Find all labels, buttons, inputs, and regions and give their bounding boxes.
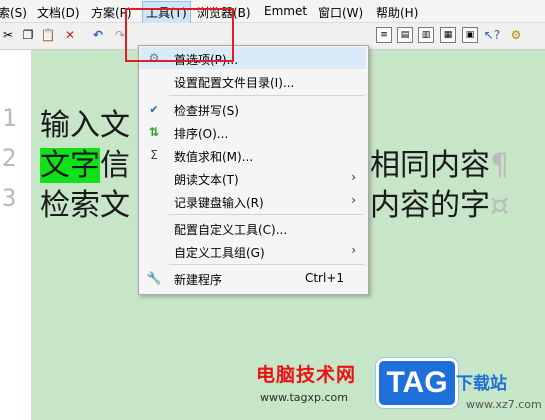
watermark-xz-url: www.xz7.com (466, 398, 542, 411)
menu-emmet[interactable]: Emmet (264, 4, 307, 18)
view3-icon[interactable]: ▥ (418, 27, 434, 43)
menu-item-label: 记录键盘输入(R) (174, 196, 264, 210)
redo-icon[interactable]: ↷ (112, 27, 128, 43)
menu-item-read-text[interactable]: 朗读文本(T) › (140, 167, 366, 189)
menu-tools[interactable]: 工具(T) (142, 1, 191, 24)
spellcheck-icon: ✔ (149, 102, 159, 116)
editor-line-1: 输入文 (40, 100, 130, 144)
menu-help[interactable]: 帮助(H) (376, 4, 418, 21)
delete-icon[interactable]: ✕ (62, 27, 78, 43)
sigma-icon: Σ (150, 148, 158, 162)
menu-item-shortcut: Ctrl+1 (304, 271, 344, 285)
tool-icon[interactable]: ⚙ (508, 27, 524, 43)
menu-item-tool-groups[interactable]: 自定义工具组(G) › (140, 240, 366, 262)
view1-icon[interactable]: ≡ (376, 27, 392, 43)
gear-icon: ⚙ (148, 51, 160, 65)
line-number: 3 (2, 184, 17, 212)
pilcrow-mark: ¶ (490, 148, 510, 183)
menu-item-config-dir[interactable]: 设置配置文件目录(I)... (140, 70, 366, 92)
menu-browser[interactable]: 浏览器(B) (197, 4, 251, 21)
scissors-icon[interactable]: ✂ (0, 27, 16, 43)
watermark-title: 电脑技术网 (256, 364, 357, 386)
menu-window[interactable]: 窗口(W) (318, 4, 363, 21)
menu-item-record-keys[interactable]: 记录键盘输入(R) › (140, 190, 366, 212)
view5-icon[interactable]: ▣ (462, 27, 478, 43)
watermark: 电脑技术网 www.tagxp.com TAG 下载站 www.xz7.com (256, 358, 545, 420)
line-gutter: 1 2 3 (0, 50, 30, 420)
editor-line-3-tail: 内容的字¤ (370, 180, 509, 224)
menu-item-sum[interactable]: Σ 数值求和(M)... (140, 144, 366, 166)
wrench-icon: 🔧 (146, 271, 162, 285)
menu-item-config-tools[interactable]: 配置自定义工具(C)... (140, 217, 366, 239)
menu-item-label: 设置配置文件目录(I)... (174, 76, 295, 90)
watermark-url: www.tagxp.com (260, 391, 348, 404)
menu-separator (169, 214, 364, 215)
menu-search[interactable]: 索(S) (0, 4, 27, 21)
copy-icon[interactable]: ❐ (20, 27, 36, 43)
menu-item-label: 首选项(P)... (174, 53, 239, 67)
paste-icon[interactable]: 📋 (40, 27, 56, 43)
submenu-arrow-icon: › (351, 243, 356, 257)
editor-line-2: 文字信 (40, 140, 130, 184)
line-number: 2 (2, 144, 17, 172)
submenu-arrow-icon: › (351, 193, 356, 207)
menu-separator (169, 95, 364, 96)
line-text: 相同内容 (370, 148, 490, 183)
menu-item-new-program[interactable]: 🔧 新建程序 Ctrl+1 (140, 267, 366, 289)
line-text: 信 (100, 148, 130, 183)
end-of-file-mark: ¤ (490, 188, 510, 223)
menu-item-label: 数值求和(M)... (174, 150, 254, 164)
watermark-site: 下载站 (456, 374, 507, 394)
tools-menu: ⚙ 首选项(P)... 设置配置文件目录(I)... ✔ 检查拼写(S) ⇅ 排… (138, 45, 369, 295)
menu-item-label: 新建程序 (174, 273, 223, 287)
menu-item-spellcheck[interactable]: ✔ 检查拼写(S) (140, 98, 366, 120)
sort-icon: ⇅ (148, 125, 160, 139)
menu-item-label: 朗读文本(T) (174, 173, 239, 187)
view4-icon[interactable]: ▦ (440, 27, 456, 43)
line-text: 内容的字 (370, 188, 490, 223)
menu-item-label: 排序(O)... (174, 127, 229, 141)
line-text: 检索文 (40, 188, 130, 223)
menu-document[interactable]: 文档(D) (37, 4, 80, 21)
menu-item-sort[interactable]: ⇅ 排序(O)... (140, 121, 366, 143)
help-cursor-icon[interactable]: ↖? (484, 27, 500, 43)
submenu-arrow-icon: › (351, 170, 356, 184)
menu-bar: 索(S) 文档(D) 方案(P) 工具(T) 浏览器(B) Emmet 窗口(W… (0, 0, 545, 24)
menu-item-preferences[interactable]: ⚙ 首选项(P)... (140, 47, 366, 69)
menu-separator (169, 264, 364, 265)
line-text: 输入文 (40, 108, 130, 143)
highlighted-text: 文字 (40, 148, 100, 183)
menu-item-label: 自定义工具组(G) (174, 246, 265, 260)
editor-line-2-tail: 相同内容¶ (370, 140, 509, 184)
view2-icon[interactable]: ▤ (397, 27, 413, 43)
menu-item-label: 配置自定义工具(C)... (174, 223, 288, 237)
line-number: 1 (2, 104, 17, 132)
menu-scheme[interactable]: 方案(P) (91, 4, 132, 21)
editor-line-3: 检索文 (40, 180, 130, 224)
menu-item-label: 检查拼写(S) (174, 104, 239, 118)
tag-logo: TAG (376, 358, 458, 408)
undo-icon[interactable]: ↶ (90, 27, 106, 43)
